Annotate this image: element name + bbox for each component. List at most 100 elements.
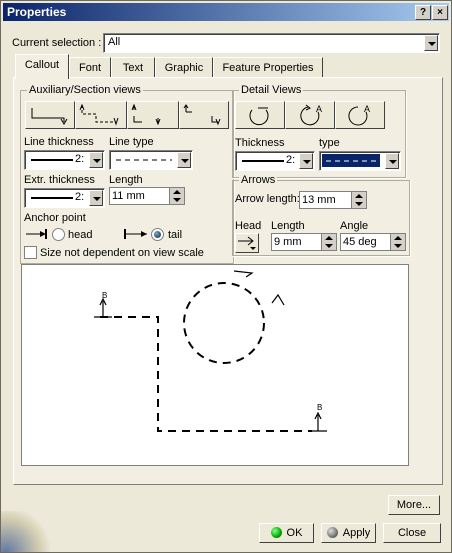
tab-callout[interactable]: Callout [15, 54, 69, 79]
arrow-head-length-value: 9 mm [274, 236, 302, 248]
arrow-length-spinner[interactable]: 13 mm [299, 191, 367, 209]
spinner-arrows-icon[interactable] [351, 192, 366, 208]
more-button[interactable]: More... [388, 495, 440, 515]
current-selection-label: Current selection : [12, 37, 102, 49]
apply-button[interactable]: Apply [321, 523, 376, 543]
callout-style-4-icon [183, 104, 221, 126]
detail-circle-3-icon: A [348, 104, 370, 126]
arrow-angle-spinner[interactable]: 45 deg [340, 233, 406, 251]
spinner-arrows-icon[interactable] [390, 234, 405, 250]
detail-style-2-button[interactable]: A [285, 101, 335, 129]
size-not-dependent-label: Size not dependent on view scale [40, 247, 204, 259]
size-not-dependent-checkbox[interactable] [24, 246, 37, 259]
detail-views-group: Detail Views A A Thickness type 2: [232, 84, 406, 178]
spinner-arrows-icon[interactable] [169, 188, 184, 204]
chevron-down-icon[interactable] [299, 153, 313, 169]
arrow-length-value: 13 mm [302, 194, 336, 206]
callout-style-1-icon [31, 108, 68, 125]
svg-text:A: A [364, 104, 370, 114]
decorative-globe [1, 511, 51, 552]
aux-section-title: Auxiliary/Section views [27, 84, 143, 96]
arrow-head-icon [238, 236, 256, 250]
type-label: type [319, 137, 340, 149]
chevron-down-icon[interactable] [385, 153, 399, 169]
detail-circle-2-icon: A [300, 104, 322, 126]
length-value: 11 mm [112, 190, 145, 202]
detail-type-dropdown[interactable] [319, 151, 401, 171]
angle-label: Angle [340, 220, 369, 232]
arrow-length-field-label: Length [271, 220, 305, 232]
close-button[interactable]: Close [383, 523, 441, 543]
solid-line-icon [31, 159, 73, 161]
callout-preview: B B [21, 264, 409, 466]
apply-icon [326, 527, 338, 538]
ok-button[interactable]: OK [259, 523, 314, 543]
properties-window: Properties ? × Current selection : All C… [0, 0, 452, 553]
dashed-line-icon [326, 160, 376, 162]
chevron-down-icon[interactable] [89, 190, 103, 206]
arrow-angle-value: 45 deg [343, 236, 377, 248]
preview-label-left: B [102, 291, 107, 300]
dashed-line-icon [116, 159, 172, 161]
selected-highlight [322, 154, 380, 167]
extr-thickness-dropdown[interactable]: 2: [24, 188, 105, 208]
detail-thickness-dropdown[interactable]: 2: [235, 151, 315, 171]
spinner-arrows-icon[interactable] [321, 234, 336, 250]
thickness-label: Thickness [235, 137, 285, 149]
anchor-head-label: head [68, 229, 93, 241]
detail-circle-1-icon [249, 107, 269, 126]
line-thickness-label: Line thickness [24, 136, 94, 148]
chevron-down-icon[interactable] [424, 35, 438, 51]
chevron-down-icon[interactable] [89, 152, 103, 168]
callout-style-4-button[interactable] [179, 101, 229, 129]
svg-text:A: A [316, 104, 322, 114]
anchor-head-icon [26, 229, 47, 239]
arrow-length-label: Arrow length: [235, 193, 300, 205]
chevron-down-icon[interactable] [177, 152, 191, 168]
ok-label: OK [286, 527, 303, 539]
line-thickness-value: 2: [75, 153, 85, 165]
arrow-head-style-button[interactable] [235, 233, 259, 253]
detail-views-title: Detail Views [239, 84, 304, 96]
detail-thickness-value: 2: [286, 154, 296, 166]
aux-section-group: Auxiliary/Section views Line thickness L… [20, 84, 234, 264]
callout-style-3-button[interactable] [127, 101, 179, 129]
tab-font[interactable]: Font [69, 57, 111, 78]
callout-style-2-button[interactable] [75, 101, 127, 129]
solid-line-icon [242, 160, 284, 162]
anchor-tail-radio[interactable] [151, 228, 164, 241]
callout-style-1-button[interactable] [25, 101, 75, 129]
anchor-point-label: Anchor point [24, 212, 86, 224]
line-type-dropdown[interactable] [109, 150, 193, 170]
anchor-tail-icon [124, 229, 147, 239]
preview-label-right: B [317, 403, 322, 412]
detail-style-1-button[interactable] [235, 101, 285, 129]
solid-line-icon [31, 197, 73, 199]
line-type-label: Line type [109, 136, 154, 148]
close-window-button[interactable]: × [432, 5, 448, 20]
anchor-head-radio[interactable] [52, 228, 65, 241]
head-label: Head [235, 220, 262, 232]
extr-thickness-label: Extr. thickness [24, 174, 95, 186]
arrow-head-length-spinner[interactable]: 9 mm [271, 233, 337, 251]
callout-style-3-icon [131, 103, 161, 126]
arrows-group: Arrows Arrow length: 13 mm Head Length A… [232, 174, 410, 256]
current-selection-value: All [108, 36, 121, 48]
anchor-tail-label: tail [168, 229, 183, 241]
current-selection-dropdown[interactable]: All [103, 33, 440, 53]
tab-text[interactable]: Text [111, 57, 155, 78]
tab-feature-properties[interactable]: Feature Properties [213, 57, 323, 78]
window-title: Properties [7, 5, 67, 19]
title-bar: Properties ? × [3, 3, 449, 21]
detail-style-3-button[interactable]: A [335, 101, 385, 129]
length-spinner[interactable]: 11 mm [109, 187, 185, 205]
ok-icon [270, 527, 282, 538]
length-label: Length [109, 174, 143, 186]
tab-graphic[interactable]: Graphic [155, 57, 213, 78]
apply-label: Apply [342, 527, 371, 539]
line-thickness-dropdown[interactable]: 2: [24, 150, 105, 170]
callout-style-2-icon [79, 103, 119, 126]
help-button[interactable]: ? [415, 5, 431, 20]
arrows-title: Arrows [239, 174, 278, 186]
preview-drawing: B B [94, 270, 327, 432]
